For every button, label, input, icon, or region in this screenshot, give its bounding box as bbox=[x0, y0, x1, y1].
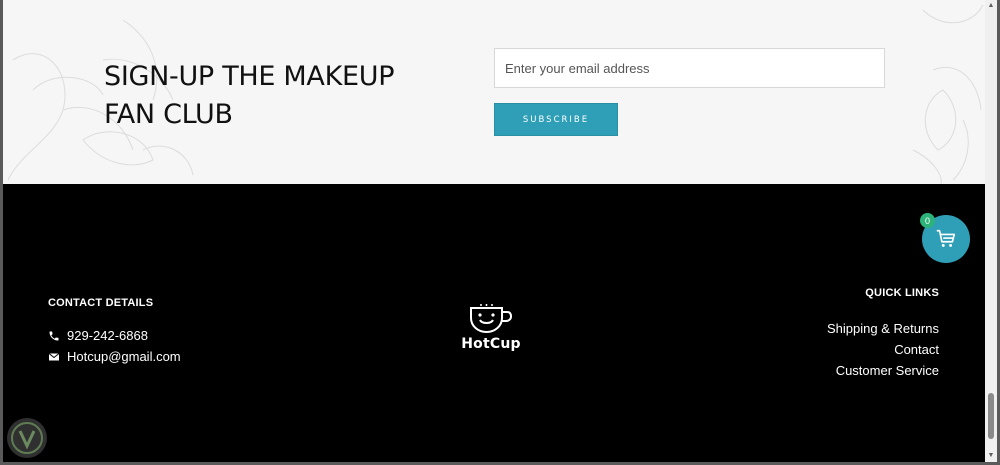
subscribe-button[interactable]: SUBSCRIBE bbox=[494, 103, 618, 136]
quick-link-shipping-returns[interactable]: Shipping & Returns bbox=[827, 318, 939, 339]
coffee-cup-icon bbox=[470, 304, 513, 334]
quick-link-contact[interactable]: Contact bbox=[827, 339, 939, 360]
scroll-thumb[interactable] bbox=[988, 393, 994, 439]
contact-heading: CONTACT DETAILS bbox=[48, 297, 154, 309]
signup-title: SIGN-UP THE MAKEUP FAN CLUB bbox=[104, 61, 395, 130]
site-footer: CONTACT DETAILS 929-242-6868 Hotcup@gmai… bbox=[3, 184, 985, 462]
envelope-icon bbox=[48, 352, 60, 360]
quick-links-heading: QUICK LINKS bbox=[865, 287, 939, 299]
floating-cart-button[interactable]: 0 bbox=[920, 213, 970, 263]
phone-number: 929-242-6868 bbox=[67, 328, 148, 343]
quick-links-list: Shipping & Returns Contact Customer Serv… bbox=[827, 318, 939, 381]
contact-email[interactable]: Hotcup@gmail.com bbox=[48, 349, 181, 364]
scroll-down-arrow-icon[interactable]: ▼ bbox=[985, 450, 997, 462]
corner-badge-icon bbox=[7, 418, 47, 458]
contact-phone[interactable]: 929-242-6868 bbox=[48, 328, 148, 343]
phone-icon bbox=[49, 331, 59, 340]
vertical-scrollbar[interactable]: ▲ ▼ bbox=[985, 0, 997, 462]
scroll-up-arrow-icon[interactable]: ▲ bbox=[985, 0, 997, 12]
hotcup-logo[interactable]: HotCup bbox=[458, 304, 524, 352]
page-frame: SIGN-UP THE MAKEUP FAN CLUB SUBSCRIBE CO… bbox=[3, 0, 985, 462]
floral-decoration-right-icon bbox=[912, 4, 984, 184]
cart-count-badge: 0 bbox=[920, 213, 935, 228]
newsletter-signup: SIGN-UP THE MAKEUP FAN CLUB SUBSCRIBE bbox=[3, 0, 985, 184]
email-address: Hotcup@gmail.com bbox=[67, 349, 181, 364]
quick-link-customer-service[interactable]: Customer Service bbox=[827, 360, 939, 381]
shopping-cart-icon bbox=[936, 229, 956, 247]
email-input[interactable] bbox=[494, 48, 885, 88]
logo-text: HotCup bbox=[461, 336, 521, 352]
